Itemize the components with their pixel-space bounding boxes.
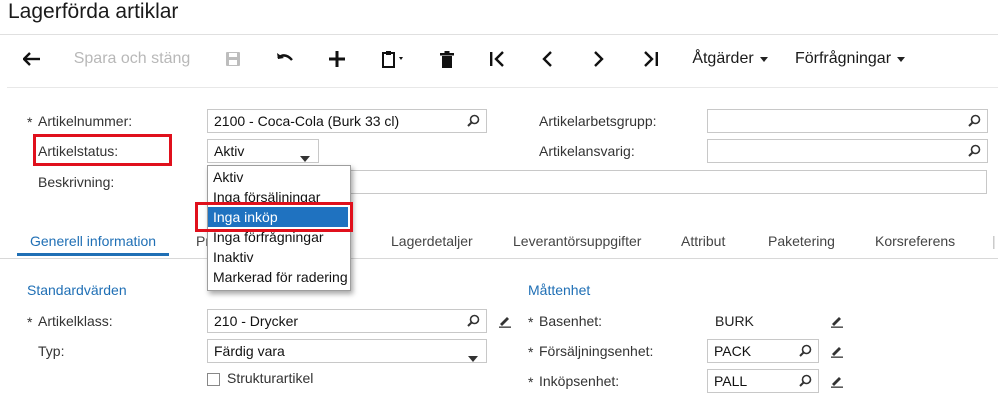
edit-purchase-unit-icon[interactable]	[830, 374, 844, 393]
tab-packaging[interactable]: Paketering	[768, 233, 835, 249]
search-icon[interactable]	[799, 344, 812, 360]
tab-overflow-marker: |	[992, 233, 996, 249]
base-unit-label: Basenhet:	[539, 313, 603, 329]
inquiries-menu[interactable]: Förfrågningar	[790, 35, 910, 83]
item-status-select[interactable]: Aktiv	[207, 139, 319, 163]
structure-item-checkbox[interactable]	[207, 373, 220, 386]
chevron-left-icon	[541, 51, 553, 67]
chevron-right-icon	[593, 51, 605, 67]
search-icon[interactable]	[799, 374, 812, 390]
trash-icon	[440, 50, 454, 68]
back-arrow-icon	[23, 52, 41, 66]
skip-last-icon	[643, 51, 659, 67]
highlight-box	[195, 202, 353, 232]
skip-first-icon	[489, 51, 505, 67]
dropdown-arrow-icon	[300, 149, 310, 165]
dropdown-arrow-icon	[468, 349, 478, 365]
undo-button[interactable]	[270, 35, 300, 83]
edit-item-class-icon[interactable]	[498, 314, 512, 333]
status-option-marked-for-deletion[interactable]: Markerad för radering	[208, 267, 348, 287]
type-label: Typ:	[38, 343, 65, 359]
plus-icon	[329, 51, 345, 67]
base-unit-value: BURK	[715, 313, 754, 329]
save-close-button[interactable]: Spara och stäng	[64, 35, 200, 83]
work-group-field[interactable]	[707, 109, 988, 133]
last-record-button[interactable]	[636, 35, 666, 83]
back-button[interactable]	[16, 35, 48, 83]
item-number-label: Artikelnummer:	[38, 113, 133, 129]
tab-cross-reference[interactable]: Korsreferens	[875, 233, 955, 249]
caret-down-icon	[897, 56, 906, 62]
previous-record-button[interactable]	[532, 35, 562, 83]
search-icon[interactable]	[968, 144, 981, 160]
sales-unit-label: Försäljningsenhet:	[539, 343, 654, 359]
item-class-field[interactable]: 210 - Drycker	[207, 309, 487, 333]
purchase-unit-field[interactable]: PALL	[707, 369, 819, 393]
type-value: Färdig vara	[214, 343, 285, 359]
item-number-value: 2100 - Coca-Cola (Burk 33 cl)	[214, 113, 400, 129]
item-class-label: Artikelklass:	[38, 313, 113, 329]
actions-menu-label: Åtgärder	[692, 50, 754, 67]
item-class-value: 210 - Drycker	[214, 313, 299, 329]
active-tab-indicator	[17, 253, 169, 256]
search-icon[interactable]	[467, 114, 480, 130]
description-label: Beskrivning:	[38, 174, 115, 190]
clipboard-menu-button[interactable]	[374, 35, 414, 83]
type-select[interactable]: Färdig vara	[207, 339, 487, 363]
purchase-unit-label: Inköpsenhet:	[539, 373, 620, 389]
edit-sales-unit-icon[interactable]	[830, 344, 844, 363]
clipboard-icon	[381, 50, 407, 68]
highlight-box	[33, 134, 172, 166]
sales-unit-field[interactable]: PACK	[707, 339, 819, 363]
tab-general-information[interactable]: Generell information	[30, 233, 156, 249]
undo-icon	[276, 52, 294, 66]
item-status-value: Aktiv	[214, 143, 245, 159]
tab-attributes[interactable]: Attribut	[681, 233, 725, 249]
page-title: Lagerförda artiklar	[8, 0, 179, 23]
uom-section-title: Måttenhet	[528, 282, 591, 298]
save-button[interactable]	[218, 35, 248, 83]
required-marker: *	[528, 374, 534, 390]
floppy-disk-icon	[225, 51, 241, 67]
caret-down-icon	[759, 56, 768, 62]
search-icon[interactable]	[968, 114, 981, 130]
edit-base-unit-icon[interactable]	[830, 314, 844, 333]
work-group-label: Artikelarbetsgrupp:	[539, 113, 657, 129]
required-marker: *	[528, 344, 534, 360]
sales-unit-value: PACK	[714, 343, 752, 359]
status-option-active[interactable]: Aktiv	[208, 167, 348, 187]
delete-button[interactable]	[432, 35, 462, 83]
tab-warehouse-details[interactable]: Lagerdetaljer	[391, 233, 473, 249]
manager-field[interactable]	[707, 139, 988, 163]
next-record-button[interactable]	[584, 35, 614, 83]
purchase-unit-value: PALL	[714, 373, 748, 389]
manager-label: Artikelansvarig:	[539, 143, 635, 159]
actions-menu[interactable]: Åtgärder	[688, 35, 772, 83]
tab-vendor-details[interactable]: Leverantörsuppgifter	[513, 233, 641, 249]
structure-item-label: Strukturartikel	[227, 370, 314, 386]
status-option-inactive[interactable]: Inaktiv	[208, 247, 348, 267]
add-button[interactable]	[322, 35, 352, 83]
required-marker: *	[27, 114, 33, 130]
defaults-section-title: Standardvärden	[27, 282, 127, 298]
search-icon[interactable]	[467, 314, 480, 330]
toolbar: Spara och stäng Åtgärder Förfrågningar	[0, 35, 998, 85]
inquiries-menu-label: Förfrågningar	[794, 50, 892, 67]
item-number-field[interactable]: 2100 - Coca-Cola (Burk 33 cl)	[207, 109, 487, 133]
first-record-button[interactable]	[482, 35, 512, 83]
required-marker: *	[27, 314, 33, 330]
required-marker: *	[528, 314, 534, 330]
